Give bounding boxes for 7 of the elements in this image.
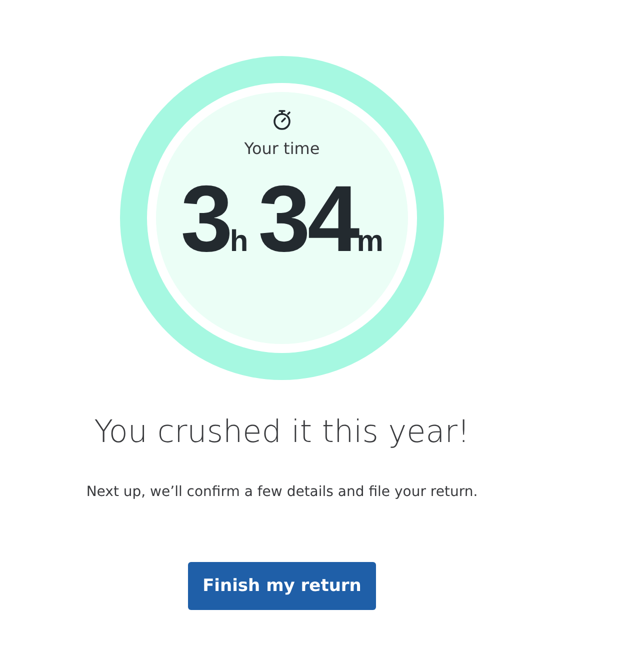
timer-label: Your time xyxy=(244,139,320,158)
stopwatch-icon xyxy=(272,109,292,131)
headline: You crushed it this year! xyxy=(94,414,470,450)
message: Next up, we’ll confirm a few details and file your return. xyxy=(86,484,478,500)
minutes-value: 34m xyxy=(258,172,384,266)
hours-value: 3h xyxy=(180,172,248,266)
finish-button[interactable]: Finish my return xyxy=(188,562,376,610)
